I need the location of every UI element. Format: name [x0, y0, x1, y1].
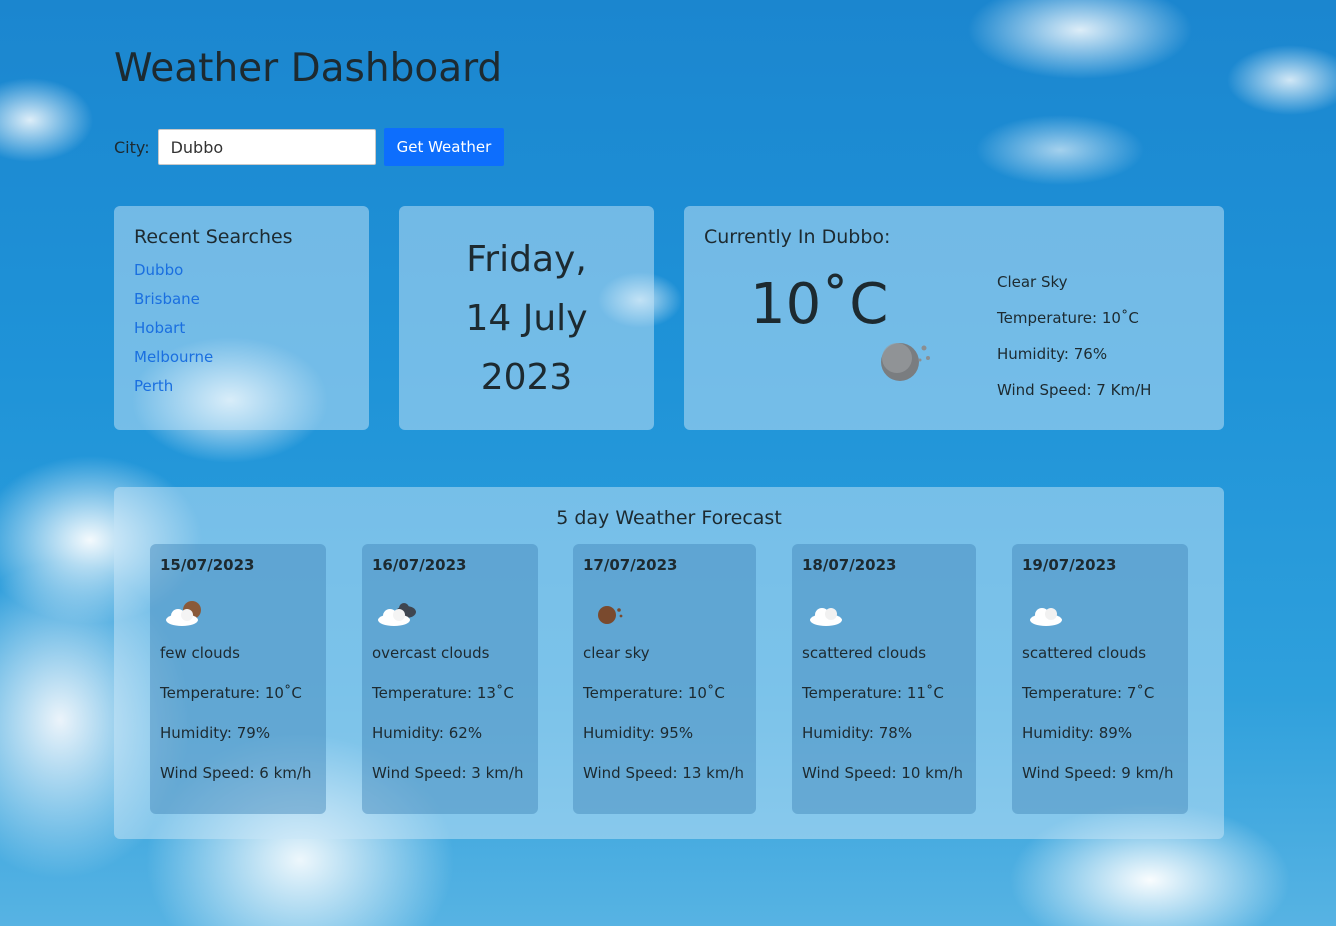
date-panel: Friday, 14 July 2023 — [399, 206, 654, 430]
scattered-clouds-icon — [804, 598, 850, 636]
search-form: City: Get Weather — [114, 128, 505, 166]
forecast-description: few clouds — [160, 644, 240, 662]
forecast-wind-speed: Wind Speed: 6 km/h — [160, 764, 312, 782]
forecast-date: 15/07/2023 — [160, 556, 255, 574]
forecast-title: 5 day Weather Forecast — [556, 507, 782, 529]
forecast-temperature: Temperature: 10˚C — [583, 684, 725, 702]
forecast-description: clear sky — [583, 644, 650, 662]
forecast-temperature: Temperature: 13˚C — [372, 684, 514, 702]
clear-night-icon — [585, 598, 631, 636]
forecast-panel: 5 day Weather Forecast 15/07/2023 few cl… — [114, 487, 1224, 839]
forecast-humidity: Humidity: 78% — [802, 724, 913, 742]
forecast-date: 17/07/2023 — [583, 556, 678, 574]
forecast-wind-speed: Wind Speed: 10 km/h — [802, 764, 964, 782]
forecast-date: 19/07/2023 — [1022, 556, 1117, 574]
forecast-description: scattered clouds — [802, 644, 927, 662]
forecast-card: 19/07/2023 scattered clouds Temperature:… — [1012, 544, 1188, 814]
city-input[interactable] — [157, 129, 376, 165]
get-weather-button[interactable]: Get Weather — [383, 128, 505, 166]
forecast-wind-speed: Wind Speed: 9 km/h — [1022, 764, 1174, 782]
recent-search-link[interactable]: Hobart — [134, 314, 349, 343]
current-temperature: Temperature: 10˚C — [997, 309, 1139, 327]
date-weekday: Friday, — [466, 239, 587, 280]
forecast-card: 16/07/2023 overcast clouds Temperature: … — [362, 544, 538, 814]
page-title: Weather Dashboard — [114, 46, 503, 91]
forecast-wind-speed: Wind Speed: 3 km/h — [372, 764, 524, 782]
forecast-card: 15/07/2023 few clouds Temperature: 10˚C … — [150, 544, 326, 814]
current-humidity: Humidity: 76% — [997, 345, 1108, 363]
forecast-wind-speed: Wind Speed: 13 km/h — [583, 764, 745, 782]
recent-searches-title: Recent Searches — [134, 226, 293, 248]
forecast-card: 17/07/2023 clear sky Temperature: 10˚C H… — [573, 544, 756, 814]
recent-search-link[interactable]: Perth — [134, 372, 349, 401]
forecast-description: overcast clouds — [372, 644, 490, 662]
forecast-humidity: Humidity: 62% — [372, 724, 483, 742]
recent-searches-panel: Recent Searches Dubbo Brisbane Hobart Me… — [114, 206, 369, 430]
scattered-clouds-icon — [1024, 598, 1070, 636]
current-temperature-large: 10˚C — [750, 272, 889, 337]
forecast-temperature: Temperature: 7˚C — [1022, 684, 1155, 702]
forecast-date: 18/07/2023 — [802, 556, 897, 574]
city-label: City: — [114, 137, 150, 157]
forecast-description: scattered clouds — [1022, 644, 1147, 662]
forecast-card: 18/07/2023 scattered clouds Temperature:… — [792, 544, 976, 814]
few-clouds-night-icon — [162, 598, 208, 636]
forecast-humidity: Humidity: 89% — [1022, 724, 1133, 742]
current-wind-speed: Wind Speed: 7 Km/H — [997, 381, 1152, 399]
date-day-month: 14 July — [465, 298, 588, 339]
overcast-clouds-icon — [374, 598, 420, 636]
forecast-temperature: Temperature: 10˚C — [160, 684, 302, 702]
forecast-humidity: Humidity: 95% — [583, 724, 694, 742]
recent-search-link[interactable]: Melbourne — [134, 343, 349, 372]
current-details: Clear Sky Temperature: 10˚C Humidity: 76… — [997, 264, 1151, 408]
date-year: 2023 — [480, 357, 573, 398]
current-weather-panel: Currently In Dubbo: 10˚C Clear Sky Tempe… — [684, 206, 1224, 430]
forecast-humidity: Humidity: 79% — [160, 724, 271, 742]
current-description: Clear Sky — [997, 273, 1068, 291]
recent-search-link[interactable]: Dubbo — [134, 256, 349, 285]
clear-night-icon — [878, 338, 938, 392]
recent-search-link[interactable]: Brisbane — [134, 285, 349, 314]
current-weather-title: Currently In Dubbo: — [704, 226, 891, 248]
forecast-date: 16/07/2023 — [372, 556, 467, 574]
forecast-temperature: Temperature: 11˚C — [802, 684, 944, 702]
